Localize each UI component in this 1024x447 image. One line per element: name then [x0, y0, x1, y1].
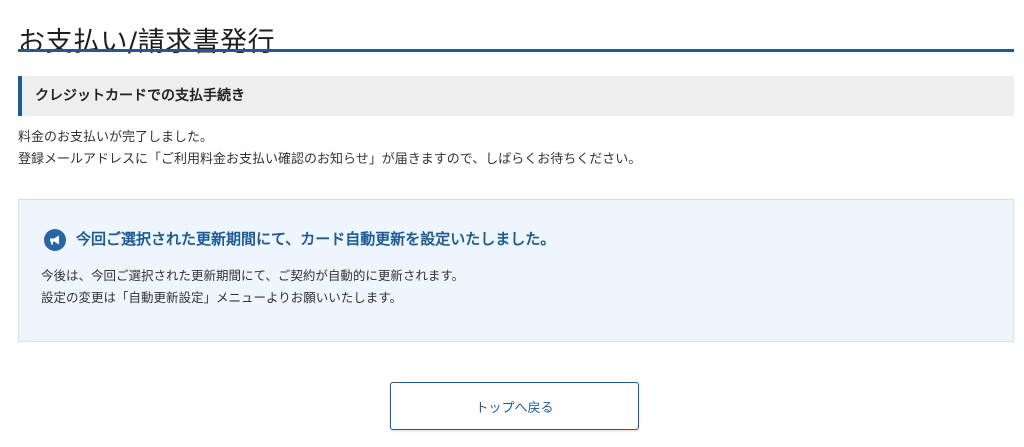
completion-line-1: 料金のお支払いが完了しました。 [18, 130, 214, 145]
megaphone-icon [44, 229, 66, 251]
info-body-line-2: 設定の変更は「自動更新設定」メニューよりお願いいたします。 [41, 290, 403, 305]
info-body-line-1: 今後は、今回ご選択された更新期間にて、ご契約が自動的に更新されます。 [41, 268, 465, 283]
completion-line-2: 登録メールアドレスに「ご利用料金お支払い確認のお知らせ」が届きますので、しばらく… [18, 152, 642, 167]
back-to-top-button[interactable]: トップへ戻る [390, 382, 639, 430]
info-body: 今後は、今回ご選択された更新期間にて、ご契約が自動的に更新されます。 設定の変更… [41, 265, 464, 309]
page-title: お支払い/請求書発行 [18, 27, 276, 59]
info-heading: 今回ご選択された更新期間にて、カード自動更新を設定いたしました。 [76, 230, 556, 248]
section-header: クレジットカードでの支払手続き [18, 76, 1014, 116]
section-heading: クレジットカードでの支払手続き [35, 88, 245, 104]
title-divider [18, 49, 1014, 52]
auto-renew-info-panel: 今回ご選択された更新期間にて、カード自動更新を設定いたしました。 今後は、今回ご… [18, 199, 1014, 342]
completion-message: 料金のお支払いが完了しました。 登録メールアドレスに「ご利用料金お支払い確認のお… [18, 127, 641, 171]
